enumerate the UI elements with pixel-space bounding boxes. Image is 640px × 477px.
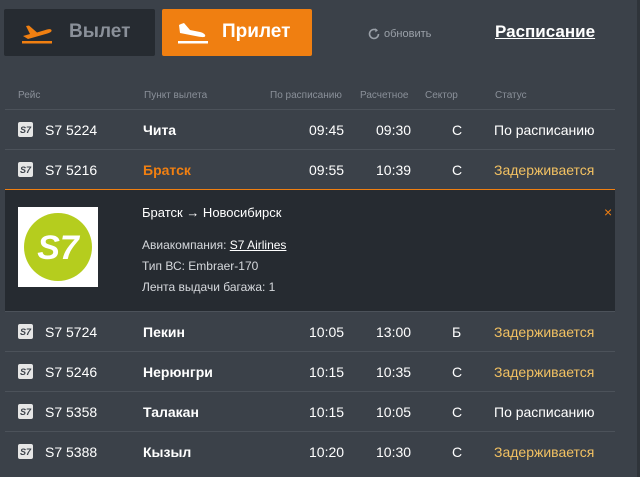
table-row[interactable]: S7 S7 5388 Кызыл 10:20 10:30 С Задержива… <box>5 431 615 471</box>
s7-logo-icon: S7 <box>18 207 98 287</box>
sector: Б <box>452 324 462 340</box>
flight-detail-panel: S7 Братск → Новосибирск Авиакомпания: S7… <box>5 189 615 311</box>
arrivals-label: Прилет <box>222 21 291 42</box>
flight-route: Братск → Новосибирск <box>142 205 282 220</box>
airline-logo-icon: S7 <box>18 364 33 379</box>
origin-city: Нерюнгри <box>143 364 213 380</box>
scheduled-time: 10:15 <box>309 404 345 420</box>
flight-number: S7 5246 <box>45 364 98 380</box>
origin-city: Талакан <box>143 404 199 420</box>
airline-logo-icon: S7 <box>18 122 33 137</box>
flight-number: S7 5216 <box>45 162 98 178</box>
flight-number: S7 5724 <box>45 324 98 340</box>
refresh-icon <box>368 28 380 40</box>
sector: С <box>452 162 463 178</box>
table-row-selected[interactable]: S7 S7 5216 Братск 09:55 10:39 С Задержив… <box>5 149 615 189</box>
airline-logo-icon: S7 <box>18 404 33 419</box>
flight-status: Задерживается <box>494 444 595 460</box>
flight-number: S7 5388 <box>45 444 98 460</box>
flight-status: По расписанию <box>494 122 595 138</box>
sector: С <box>452 404 463 420</box>
airline-logo-icon: S7 <box>18 162 33 177</box>
refresh-button[interactable]: обновить <box>367 27 431 41</box>
svg-text:S7: S7 <box>20 407 32 417</box>
estimated-time: 10:39 <box>376 162 412 178</box>
column-header-sector: Сектор <box>425 90 458 101</box>
estimated-time: 09:30 <box>376 122 412 138</box>
estimated-time: 10:30 <box>376 444 412 460</box>
plane-takeoff-icon <box>20 21 54 45</box>
estimated-time: 10:05 <box>376 404 412 420</box>
scheduled-time: 09:45 <box>309 122 345 138</box>
flight-number: S7 5224 <box>45 122 98 138</box>
origin-city: Пекин <box>143 324 185 340</box>
top-bar: Вылет Прилет обновить Расписание <box>0 0 640 66</box>
column-header-estimated: Расчетное <box>360 90 409 101</box>
flight-status: Задерживается <box>494 324 595 340</box>
estimated-time: 13:00 <box>376 324 412 340</box>
scheduled-time: 10:20 <box>309 444 345 460</box>
flight-status: По расписанию <box>494 404 595 420</box>
close-icon[interactable]: × <box>604 204 612 220</box>
estimated-time: 10:35 <box>376 364 412 380</box>
sector: С <box>452 364 463 380</box>
table-row[interactable]: S7 S7 5246 Нерюнгри 10:15 10:35 С Задерж… <box>5 351 615 391</box>
flight-number: S7 5358 <box>45 404 98 420</box>
scheduled-time: 09:55 <box>309 162 345 178</box>
plane-landing-icon <box>176 20 210 46</box>
refresh-label: обновить <box>384 28 432 40</box>
sector: С <box>452 122 463 138</box>
airline-logo-icon: S7 <box>18 444 33 459</box>
origin-city: Братск <box>143 162 191 178</box>
schedule-link[interactable]: Расписание <box>495 22 595 42</box>
column-header-status: Статус <box>495 90 527 101</box>
scheduled-time: 10:05 <box>309 324 345 340</box>
airline-label: Авиакомпания: <box>142 238 230 252</box>
flight-status: Задерживается <box>494 364 595 380</box>
column-header-flight: Рейс <box>18 90 41 101</box>
arrivals-tab[interactable]: Прилет <box>162 9 312 56</box>
departures-label: Вылет <box>69 21 131 42</box>
svg-text:S7: S7 <box>37 229 81 267</box>
flight-status: Задерживается <box>494 162 595 178</box>
airline-logo-icon: S7 <box>18 324 33 339</box>
aircraft-type: Тип ВС: Embraer-170 <box>142 259 259 273</box>
origin-city: Чита <box>143 122 177 138</box>
table-row[interactable]: S7 S7 5358 Талакан 10:15 10:05 С По расп… <box>5 391 615 431</box>
svg-text:S7: S7 <box>20 165 32 175</box>
column-header-scheduled: По расписанию <box>270 90 342 101</box>
svg-text:S7: S7 <box>20 125 32 135</box>
svg-text:S7: S7 <box>20 327 32 337</box>
airline-link[interactable]: S7 Airlines <box>230 238 287 252</box>
departures-tab[interactable]: Вылет <box>4 9 155 56</box>
airline-info: Авиакомпания: S7 Airlines <box>142 238 286 252</box>
table-row[interactable]: S7 S7 5224 Чита 09:45 09:30 С По расписа… <box>5 109 615 149</box>
table-header: Рейс Пункт вылета По расписанию Расчетно… <box>0 88 640 106</box>
svg-text:S7: S7 <box>20 367 32 377</box>
sector: С <box>452 444 463 460</box>
origin-city: Кызыл <box>143 444 192 460</box>
column-header-origin: Пункт вылета <box>144 90 208 101</box>
baggage-belt: Лента выдачи багажа: 1 <box>142 280 276 294</box>
scheduled-time: 10:15 <box>309 364 345 380</box>
table-row[interactable]: S7 S7 5724 Пекин 10:05 13:00 Б Задержива… <box>5 311 615 351</box>
svg-text:S7: S7 <box>20 447 32 457</box>
